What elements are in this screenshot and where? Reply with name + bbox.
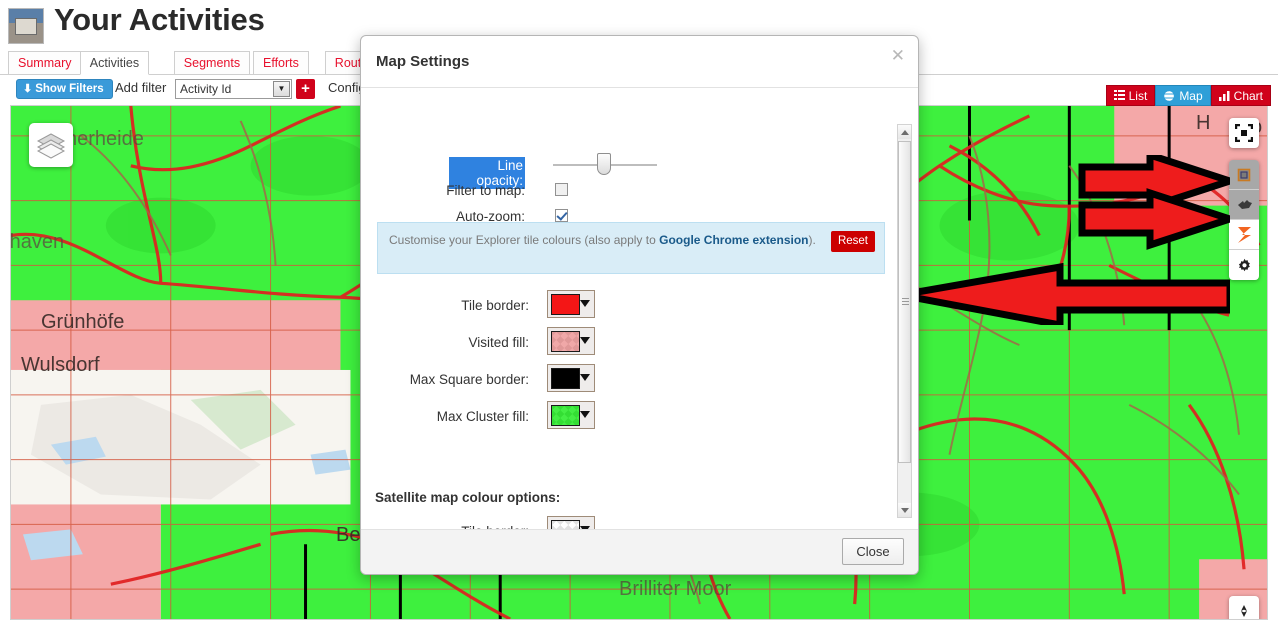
colour-swatch-button[interactable] [547, 290, 595, 318]
tab-summary[interactable]: Summary [8, 51, 81, 75]
avatar [8, 8, 44, 44]
chevron-down-icon[interactable]: ▼ [273, 81, 290, 97]
dialog-footer: Close [361, 529, 918, 574]
colour-row-label: Max Cluster fill: [361, 409, 529, 424]
colour-row-label: Max Square border: [361, 372, 529, 387]
info-text-before: Customise your Explorer tile colours (al… [389, 233, 659, 247]
tab-activities[interactable]: Activities [80, 51, 149, 75]
colour-swatch-button[interactable] [547, 327, 595, 355]
map-tool-group [1229, 160, 1259, 280]
tab-efforts[interactable]: Efforts [253, 51, 309, 75]
view-toggle-map[interactable]: Map [1155, 85, 1210, 106]
colour-picker[interactable] [547, 364, 595, 392]
close-button[interactable]: Close [842, 538, 904, 565]
app-root: Your Activities SummaryActivities Segment… [0, 0, 1278, 625]
close-icon[interactable]: ✕ [891, 49, 905, 63]
slider-track[interactable] [553, 164, 657, 166]
scrollbar-thumb[interactable] [898, 141, 911, 463]
scroll-up-button[interactable] [898, 125, 911, 139]
draw-square-button[interactable] [1229, 160, 1259, 190]
filter-to-map-label: Filter to map: [361, 183, 525, 198]
view-toggle-list[interactable]: List [1106, 85, 1156, 106]
colour-picker[interactable] [547, 401, 595, 429]
filter-field-select[interactable]: Activity Id ▼ [175, 79, 292, 99]
colour-picker[interactable] [547, 516, 595, 529]
colour-row: Visited fill: [361, 327, 891, 361]
colour-row: Max Square border: [361, 364, 891, 398]
colour-row: Tile border: [361, 516, 891, 529]
colour-picker[interactable] [547, 327, 595, 355]
dialog-scrollbar[interactable] [897, 124, 912, 518]
view-toggle-group: List Map Chart [1106, 85, 1271, 106]
recenter-button[interactable] [1229, 596, 1259, 620]
colour-swatch-button[interactable] [547, 364, 595, 392]
bar-chart-icon [1219, 90, 1230, 101]
dialog-title: Map Settings [376, 53, 469, 70]
fullscreen-icon [1235, 124, 1253, 142]
show-filters-button[interactable]: ⬇Show Filters [16, 79, 113, 99]
dialog-body: Line opacity: Filter to map: Auto-zoom: [361, 88, 918, 529]
colour-row-label: Visited fill: [361, 335, 529, 350]
layers-icon [36, 131, 66, 159]
chevron-down-icon[interactable] [580, 411, 590, 418]
colour-row: Max Cluster fill: [361, 401, 891, 435]
arrow-down-icon: ⬇ [23, 83, 32, 95]
filter-field-value: Activity Id [180, 82, 231, 96]
zwift-logo-button[interactable] [1229, 220, 1259, 250]
colour-swatch-button[interactable] [547, 516, 595, 529]
view-toggle-chart[interactable]: Chart [1211, 85, 1271, 106]
colour-swatch [551, 368, 580, 389]
setting-row-filter-to-map: Filter to map: [361, 180, 891, 206]
fullscreen-button[interactable] [1229, 118, 1259, 148]
hand-pan-icon [1236, 197, 1253, 212]
satellite-section-title: Satellite map colour options: [375, 490, 560, 505]
scrollbar-grip [902, 298, 909, 306]
view-toggle-label: Map [1179, 86, 1202, 106]
add-filter-button[interactable]: + [296, 79, 315, 99]
view-toggle-label: Chart [1234, 86, 1263, 106]
add-filter-label: Add filter [115, 80, 166, 95]
chevron-down-icon [901, 508, 909, 513]
colour-swatch [551, 294, 580, 315]
layers-control[interactable] [29, 123, 73, 167]
view-toggle-label: List [1129, 86, 1148, 106]
explorer-colours-info: Customise your Explorer tile colours (al… [377, 222, 885, 274]
chrome-extension-link[interactable]: Google Chrome extension [659, 233, 808, 247]
map-control-stack [1229, 118, 1259, 280]
chevron-down-icon[interactable] [580, 337, 590, 344]
colour-swatch [551, 331, 580, 352]
globe-icon [1163, 90, 1175, 102]
chevron-down-icon[interactable] [580, 374, 590, 381]
list-icon [1114, 90, 1125, 101]
colour-row-label: Tile border: [361, 298, 529, 313]
map-settings-button[interactable] [1229, 250, 1259, 280]
colour-picker[interactable] [547, 290, 595, 318]
filter-to-map-checkbox[interactable] [555, 183, 568, 196]
slider-handle[interactable] [597, 153, 611, 175]
map-settings-dialog[interactable]: Map Settings ✕ Line opacity: Filter to m… [360, 35, 919, 575]
setting-row-line-opacity: Line opacity: [361, 154, 891, 180]
chevron-up-icon [901, 130, 909, 135]
reset-button[interactable]: Reset [831, 231, 875, 252]
colour-swatch-button[interactable] [547, 401, 595, 429]
info-text-after: ). [808, 233, 815, 247]
show-filters-label: Show Filters [35, 83, 103, 95]
recenter-icon [1237, 604, 1251, 618]
pan-hand-button[interactable] [1229, 190, 1259, 220]
line-opacity-slider[interactable] [553, 154, 657, 166]
auto-zoom-checkbox[interactable] [555, 209, 568, 222]
colour-row: Tile border: [361, 290, 891, 324]
chevron-down-icon[interactable] [580, 300, 590, 307]
tab-segments[interactable]: Segments [174, 51, 250, 75]
dialog-header: Map Settings ✕ [361, 36, 918, 88]
gear-icon [1237, 258, 1252, 273]
colour-swatch [551, 520, 580, 530]
page-title: Your Activities [54, 2, 265, 38]
scroll-down-button[interactable] [898, 503, 911, 517]
zwift-z-logo-icon [1236, 226, 1253, 244]
square-outline-icon [1237, 168, 1251, 182]
colour-swatch [551, 405, 580, 426]
